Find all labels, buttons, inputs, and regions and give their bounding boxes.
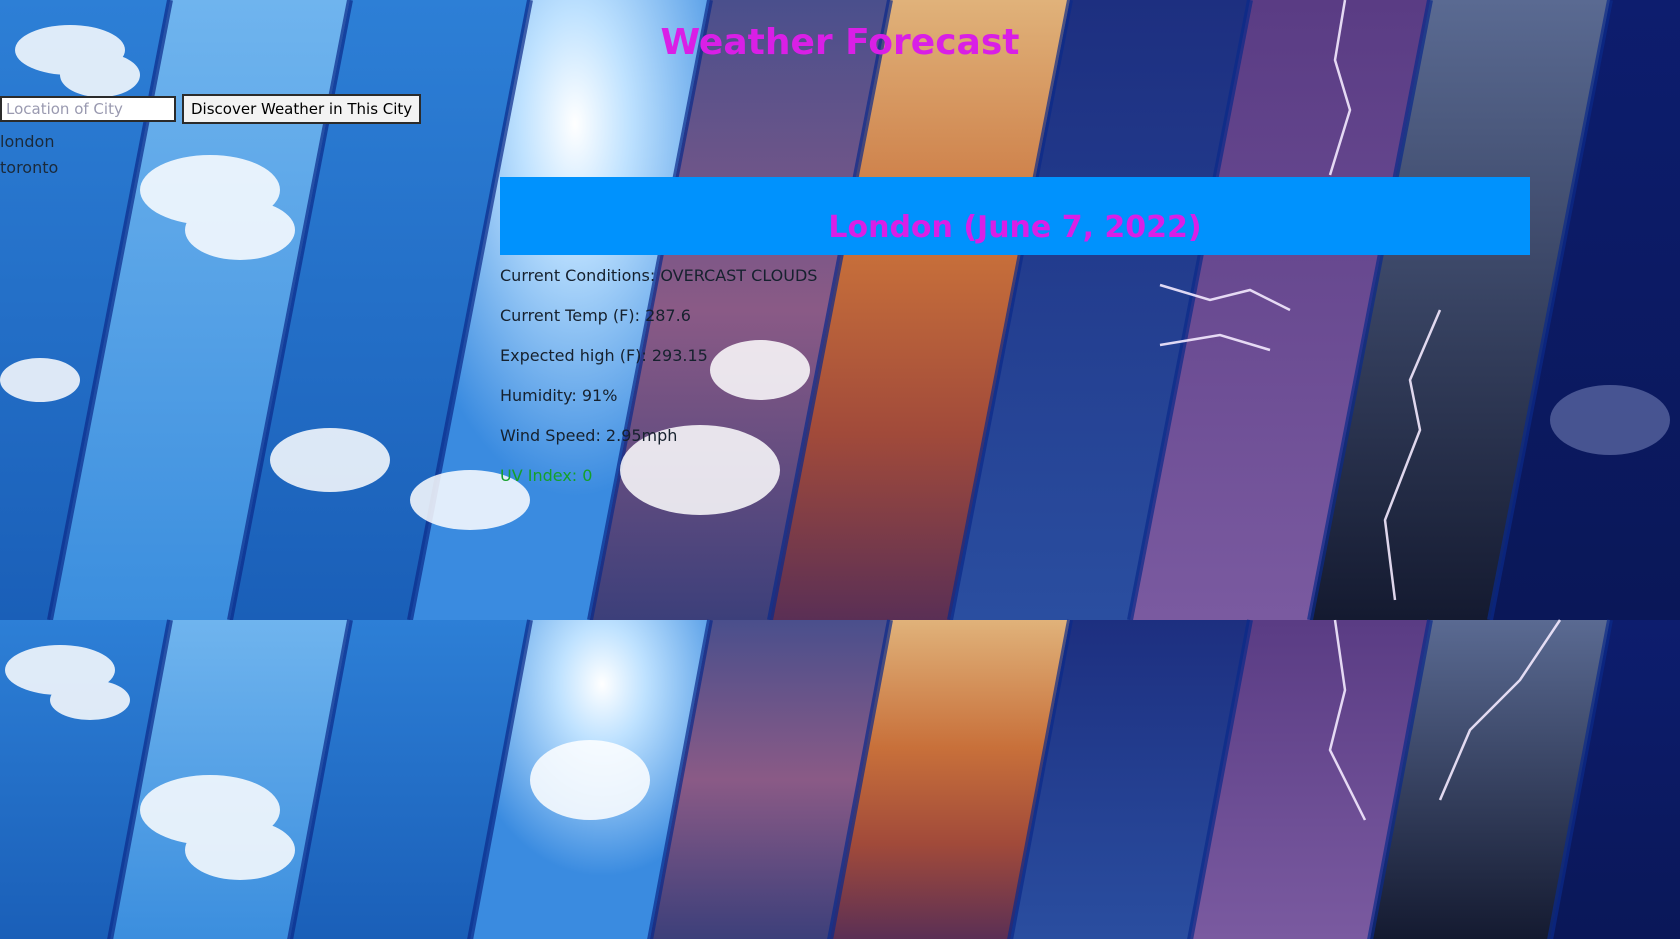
history-item-london[interactable]: london — [0, 129, 58, 155]
discover-weather-button[interactable]: Discover Weather in This City — [182, 94, 422, 124]
history-item-toronto[interactable]: toronto — [0, 155, 58, 181]
city-search-input[interactable] — [0, 96, 176, 122]
search-history-list: london toronto — [0, 129, 58, 181]
current-temp: Current Temp (F): 287.6 — [500, 306, 691, 325]
uv-index: UV Index: 0 — [500, 466, 593, 485]
page-title: Weather Forecast — [660, 22, 1020, 63]
wind-speed: Wind Speed: 2.95mph — [500, 426, 678, 445]
humidity: Humidity: 91% — [500, 386, 618, 405]
current-conditions: Current Conditions: OVERCAST CLOUDS — [500, 266, 818, 285]
current-weather-header: London (June 7, 2022) — [500, 177, 1530, 255]
expected-high: Expected high (F): 293.15 — [500, 346, 708, 365]
search-form: Discover Weather in This City — [0, 94, 422, 124]
current-weather-details: Current Conditions: OVERCAST CLOUDS Curr… — [500, 264, 817, 504]
city-date-heading: London (June 7, 2022) — [828, 210, 1202, 245]
weather-background-image — [0, 0, 1680, 939]
